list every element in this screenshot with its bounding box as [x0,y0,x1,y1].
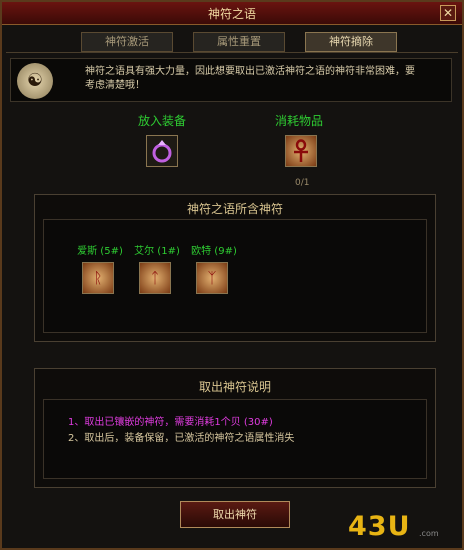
tab-attribute-reset[interactable]: 属性重置 [193,32,285,52]
notice-line-2: 考虑清楚哦！ [85,80,145,91]
info-panel-title: 取出神符说明 [198,380,271,394]
runes-panel: 神符之语所含神符 爱斯 (5#) ᚱ 艾尔 (1#) ᛏ 欧特 (9#) ᛉ [34,194,436,342]
rune-scroll-icon: ☯ [17,63,53,99]
close-icon[interactable]: ✕ [440,5,456,21]
ankh-rune-icon [294,139,308,162]
notice-box: ☯ 神符之语具有强大力量，因此想要取出已激活神符之语的神符非常困难，要 考虑清楚… [10,58,452,102]
remove-rune-button[interactable]: 取出神符 [180,501,290,528]
site-logo: 43U [348,511,411,542]
tab-rune-activate[interactable]: 神符激活 [81,32,173,52]
tab-divider [6,52,458,53]
info-panel: 取出神符说明 [34,368,436,488]
runes-panel-inner: 爱斯 (5#) ᚱ 艾尔 (1#) ᛏ 欧特 (9#) ᛉ [43,219,427,333]
rune-ais-icon[interactable]: ᚱ [82,262,114,294]
rune-el-icon[interactable]: ᛏ [139,262,171,294]
window-title: 神符之语 [207,7,256,21]
rune-name-ais: 爱斯 (5#) [77,246,123,257]
notice-line-1: 神符之语具有强大力量，因此想要取出已激活神符之语的神符非常困难，要 [85,66,415,77]
rune-name-el: 艾尔 (1#) [134,246,180,257]
info-line-1: 1、取出已镶嵌的神符，需要消耗1个贝 (30#) [68,417,273,428]
title-bar[interactable]: 神符之语 ✕ [2,2,462,25]
rune-name-ort: 欧特 (9#) [191,246,237,257]
equip-slot-label: 放入装备 [138,114,187,128]
rune-ort-icon[interactable]: ᛉ [196,262,228,294]
consume-slot-label: 消耗物品 [275,114,324,128]
consume-slot[interactable] [285,135,317,167]
notice-text: 神符之语具有强大力量，因此想要取出已激活神符之语的神符非常困难，要 考虑清楚哦！ [85,65,445,93]
info-line-2: 2、取出后，装备保留，已激活的神符之语属性消失 [68,433,295,444]
site-logo-suffix: .com [419,529,439,538]
runes-panel-title: 神符之语所含神符 [186,202,283,216]
rune-word-window: 神符之语 ✕ 神符激活 属性重置 神符摘除 ☯ 神符之语具有强大力量，因此想要取… [0,0,464,550]
tab-rune-remove[interactable]: 神符摘除 [305,32,397,52]
ring-icon [152,140,172,163]
equip-slot[interactable] [146,135,178,167]
consume-count: 0/1 [295,178,310,188]
